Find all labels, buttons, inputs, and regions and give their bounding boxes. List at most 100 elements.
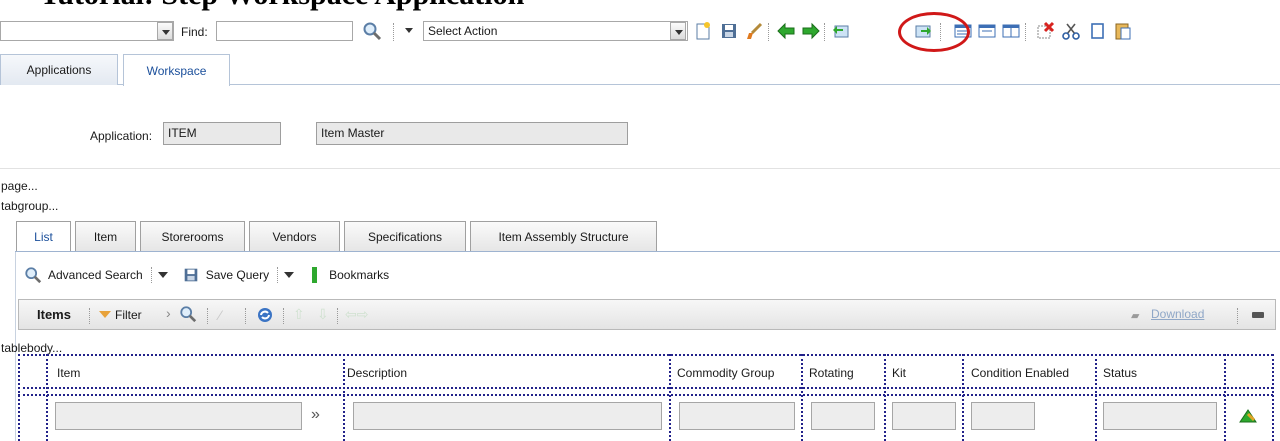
tab-workspace[interactable]: Workspace	[123, 54, 230, 86]
filter-commodity-group-input[interactable]	[679, 402, 795, 430]
download-link[interactable]: Download	[1151, 307, 1204, 321]
download-icon[interactable]: ▰	[1131, 309, 1139, 322]
tab-specifications-label: Specifications	[367, 229, 443, 244]
application-label: Application:	[90, 129, 153, 143]
tab-list[interactable]: List	[16, 221, 71, 252]
items-table: Item Description Commodity Group Rotatin…	[18, 354, 1274, 441]
save-icon[interactable]	[718, 20, 740, 42]
find-input[interactable]	[216, 21, 353, 41]
filter-link[interactable]: Filter	[115, 308, 142, 322]
toolbar-separator	[277, 267, 279, 283]
filter-icon[interactable]	[99, 311, 111, 318]
filter-description-input[interactable]	[353, 402, 662, 430]
filter-status-input[interactable]	[1103, 402, 1217, 430]
column-header-kit[interactable]: Kit	[892, 366, 906, 380]
paste-icon[interactable]	[1112, 20, 1134, 42]
application-combo-dropdown-button[interactable]	[157, 22, 173, 40]
column-header-commodity-group[interactable]: Commodity Group	[677, 366, 774, 380]
filter-rotating-input[interactable]	[811, 402, 875, 430]
refresh-icon[interactable]	[255, 305, 275, 328]
previous-next-icon: ⇦⇨	[345, 306, 369, 322]
grid-line	[18, 394, 1273, 396]
save-query-link[interactable]: Save Query	[206, 268, 269, 282]
delete-icon[interactable]	[1034, 20, 1056, 42]
tab-storerooms[interactable]: Storerooms	[140, 221, 245, 251]
clear-icon[interactable]	[744, 20, 766, 42]
new-record-icon[interactable]	[692, 20, 714, 42]
tab-specifications[interactable]: Specifications	[344, 221, 466, 251]
application-name-field: Item Master	[316, 122, 628, 145]
toolbar-separator	[150, 267, 152, 283]
column-header-rotating[interactable]: Rotating	[809, 366, 854, 380]
column-header-item[interactable]: Item	[57, 366, 80, 380]
tab-item-assembly-structure-label: Item Assembly Structure	[498, 229, 629, 244]
bookmarks-link[interactable]: Bookmarks	[329, 268, 389, 282]
highlight-circle	[898, 12, 970, 52]
grid-line	[1272, 354, 1274, 441]
toolbar-separator	[89, 308, 90, 324]
application-combo[interactable]	[0, 21, 174, 41]
bookmarks-icon[interactable]	[312, 267, 318, 283]
previous-page-icon: ⇧	[293, 306, 305, 322]
select-action-dropdown-button[interactable]	[670, 22, 686, 40]
toolbar-separator	[245, 308, 246, 324]
filter-item-input[interactable]	[55, 402, 302, 430]
clear-filter-icon: ⁄	[219, 307, 222, 323]
find-label: Find:	[181, 25, 208, 39]
select-action-arrow-icon[interactable]	[405, 28, 413, 33]
advanced-search-icon[interactable]	[24, 266, 42, 284]
application-code-value: ITEM	[168, 126, 197, 140]
search-icon[interactable]	[361, 20, 383, 42]
tab-item[interactable]: Item	[75, 221, 136, 251]
grid-line	[962, 354, 964, 441]
tab-applications[interactable]: Applications	[0, 54, 118, 85]
select-action-combo[interactable]: Select Action	[423, 21, 688, 41]
grid-line	[1095, 354, 1097, 441]
view-details-icon[interactable]	[976, 20, 998, 42]
list-toolbar: Advanced Search Save Query Bookmarks	[16, 262, 389, 288]
grid-line	[1224, 354, 1226, 441]
save-query-dropdown-icon[interactable]	[284, 272, 295, 278]
column-header-condition-enabled[interactable]: Condition Enabled	[971, 366, 1069, 380]
tab-list-label: List	[34, 230, 53, 244]
toolbar-separator	[393, 23, 395, 41]
items-table-toolbar: Items Filter › ⁄ ⇧ ⇩ ⇦⇨ ▰ Download	[18, 299, 1276, 330]
debug-tablebody-label: tablebody...	[1, 341, 63, 355]
application-code-field: ITEM	[163, 122, 281, 145]
tab-applications-label: Applications	[26, 63, 92, 77]
find-icon[interactable]	[179, 305, 197, 326]
toolbar-separator	[1237, 308, 1238, 324]
grid-line	[18, 354, 1273, 356]
application-name-value: Item Master	[321, 126, 385, 140]
grid-line	[343, 354, 345, 441]
filter-kit-input[interactable]	[892, 402, 956, 430]
minimize-icon[interactable]	[1252, 312, 1264, 318]
column-header-description[interactable]: Description	[347, 366, 407, 380]
toolbar-separator	[824, 23, 826, 41]
tab-item-assembly-structure[interactable]: Item Assembly Structure	[470, 221, 657, 251]
page-heading: Tutorial: Step Workspace Application	[0, 0, 1280, 20]
save-query-icon[interactable]	[182, 266, 200, 284]
toolbar-separator	[768, 23, 770, 41]
advanced-search-link[interactable]: Advanced Search	[48, 268, 143, 282]
chevron-right-icon[interactable]: ›	[166, 305, 171, 321]
debug-tabgroup-label: tabgroup...	[1, 199, 59, 213]
view-split-icon[interactable]	[1000, 20, 1022, 42]
items-table-title: Items	[37, 307, 71, 322]
advanced-search-dropdown-icon[interactable]	[157, 272, 168, 278]
select-action-value: Select Action	[428, 24, 498, 38]
previous-record-icon[interactable]	[775, 20, 797, 42]
grid-line	[884, 354, 886, 441]
select-value-icon[interactable]	[1237, 405, 1259, 428]
grid-line	[801, 354, 803, 441]
filter-condition-enabled-input[interactable]	[971, 402, 1035, 430]
tab-vendors-label: Vendors	[272, 229, 317, 244]
tab-vendors[interactable]: Vendors	[249, 221, 340, 251]
detail-menu-icon[interactable]: »	[311, 406, 320, 424]
debug-page-label: page...	[1, 179, 38, 193]
previous-screen-icon[interactable]	[830, 20, 852, 42]
next-record-icon[interactable]	[800, 20, 822, 42]
copy-icon[interactable]	[1086, 20, 1108, 42]
column-header-status[interactable]: Status	[1103, 366, 1137, 380]
cut-icon[interactable]	[1060, 20, 1082, 42]
